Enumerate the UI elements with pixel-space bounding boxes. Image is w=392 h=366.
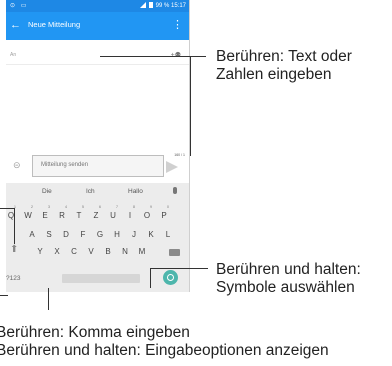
suggestion-item[interactable]: Ich: [86, 188, 95, 195]
emoji-icon: [167, 274, 174, 281]
annotation-line: Berühren: Text oder: [216, 48, 352, 65]
key-hint: 4: [65, 205, 67, 209]
key-j[interactable]: J: [129, 230, 139, 239]
phone-screen: ⊙ ▭ 99 % 15:17 ← Neue Mitteilung ⋮ An +⚉…: [6, 0, 190, 292]
key-hint: 3: [48, 205, 50, 209]
annotation-line: Berühren und halten: Eingabeoptionen anz…: [0, 342, 329, 359]
annotation-line: Berühren und halten:: [216, 261, 361, 278]
add-contact-icon[interactable]: +⚉: [171, 51, 181, 59]
key-row-2: A S D F G H J K L: [6, 228, 189, 242]
key-hint: 0: [167, 205, 169, 209]
clock: 15:17: [170, 3, 186, 9]
key-v[interactable]: V: [86, 247, 96, 256]
annotation-comma: Berühren: Komma eingeben Berühren und ha…: [0, 324, 329, 360]
annotation-line: Zahlen eingeben: [216, 66, 332, 83]
battery-icon: [148, 2, 153, 8]
key-g[interactable]: G: [95, 230, 105, 239]
annotation-line: Berühren: Komma eingeben: [0, 324, 190, 341]
leader-line-shift: [14, 208, 15, 244]
key-hint: 5: [82, 205, 84, 209]
backspace-icon[interactable]: [169, 249, 180, 256]
back-arrow-icon[interactable]: ←: [10, 18, 21, 32]
message-placeholder: Mitteilung senden: [41, 162, 89, 168]
key-c[interactable]: C: [69, 247, 79, 256]
status-bar: ⊙ ▭ 99 % 15:17: [6, 0, 189, 12]
key-h[interactable]: H: [112, 230, 122, 239]
notification-icons: ⊙ ▭: [10, 3, 29, 9]
emoji-button[interactable]: [163, 270, 178, 285]
key-s[interactable]: S: [44, 230, 54, 239]
compose-bar: ⊝ Mitteilung senden 160 / 1: [6, 151, 189, 179]
suggestion-item[interactable]: Hallo: [128, 188, 143, 195]
signal-icon: [139, 2, 146, 8]
key-n[interactable]: N: [120, 247, 130, 256]
message-input[interactable]: Mitteilung senden: [32, 155, 164, 177]
symbols-key[interactable]: ?123: [6, 275, 20, 282]
key-hint: 6: [99, 205, 101, 209]
key-f[interactable]: F: [78, 230, 88, 239]
key-hint-row: 1 2 3 4 5 6 7 8 9 0: [6, 203, 189, 217]
spacebar[interactable]: [62, 274, 140, 283]
toolbar-title: Neue Mitteilung: [28, 20, 81, 29]
leader-line-text-input: [190, 56, 191, 156]
leader-line-symbols: [150, 268, 208, 269]
key-a[interactable]: A: [27, 230, 37, 239]
key-row-3: Y X C V B N M: [6, 245, 189, 259]
suggestion-strip: Die Ich Hallo: [6, 185, 189, 199]
leader-line-symbols-key: [0, 295, 8, 296]
leader-line-shift: [0, 208, 14, 209]
battery-level: 99 %: [155, 3, 170, 9]
key-y[interactable]: Y: [35, 247, 45, 256]
key-m[interactable]: M: [137, 247, 147, 256]
overflow-menu-icon[interactable]: ⋮: [172, 18, 183, 32]
suggestion-item[interactable]: Die: [42, 188, 52, 195]
recipient-label: An: [10, 52, 17, 58]
status-right: 99 % 15:17: [139, 2, 186, 9]
annotation-line: Symbole auswählen: [216, 279, 355, 296]
send-icon[interactable]: [166, 161, 178, 173]
attachment-icon[interactable]: ⊝: [13, 160, 21, 170]
app-toolbar: ← Neue Mitteilung ⋮: [6, 12, 189, 40]
character-counter: 160 / 1: [174, 153, 185, 157]
microphone-icon[interactable]: [173, 187, 177, 194]
annotation-symbols: Berühren und halten: Symbole auswählen: [216, 261, 361, 297]
annotation-text-input: Berühren: Text oder Zahlen eingeben: [216, 48, 352, 84]
key-l[interactable]: L: [163, 230, 173, 239]
key-k[interactable]: K: [146, 230, 156, 239]
keyboard: Die Ich Hallo Q W E R T Z U I O P 1 2 3 …: [6, 183, 189, 292]
key-hint: 9: [150, 205, 152, 209]
leader-line-symbols: [150, 268, 151, 288]
key-hint: 7: [116, 205, 118, 209]
key-x[interactable]: X: [52, 247, 62, 256]
leader-line-comma: [48, 288, 49, 310]
key-d[interactable]: D: [61, 230, 71, 239]
key-b[interactable]: B: [103, 247, 113, 256]
key-hint: 8: [133, 205, 135, 209]
key-hint: 2: [31, 205, 33, 209]
